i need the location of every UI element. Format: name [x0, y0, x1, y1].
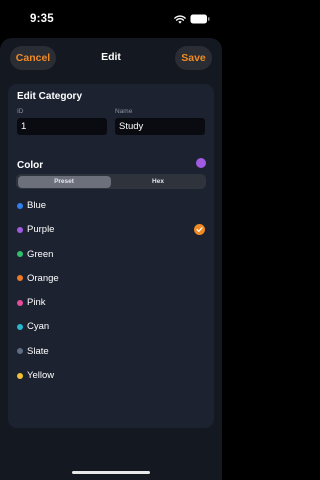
- color-option-purple[interactable]: Purple: [8, 218, 214, 242]
- color-option-label: Blue: [27, 200, 47, 211]
- color-dot: [17, 372, 23, 379]
- wifi-icon: [174, 14, 186, 24]
- color-option-label: Yellow: [27, 370, 55, 382]
- color-mode-segmented-control: Preset Hex: [16, 174, 206, 189]
- color-dot: [17, 251, 23, 258]
- battery-icon: [190, 14, 210, 24]
- status-icons: [174, 13, 210, 25]
- color-list: Blue Purple Green Orange Pink Cyan Slate…: [8, 194, 214, 388]
- color-option-label: Purple: [27, 224, 55, 236]
- color-option-slate[interactable]: Slate: [8, 340, 214, 364]
- color-option-label: Slate: [27, 345, 49, 357]
- checkmark-circle-icon: [194, 224, 205, 236]
- selected-color-swatch: [196, 158, 206, 168]
- section-title: Edit Category: [17, 91, 83, 102]
- save-button[interactable]: Save: [175, 46, 212, 70]
- id-field[interactable]: 1: [17, 118, 107, 135]
- color-option-label: Cyan: [27, 321, 50, 333]
- color-option-label: Pink: [27, 297, 46, 309]
- color-option-label: Orange: [27, 272, 59, 284]
- status-bar: 9:35: [0, 0, 222, 38]
- color-option-orange[interactable]: Orange: [8, 267, 214, 291]
- color-option-label: Green: [27, 248, 54, 260]
- color-dot: [17, 323, 23, 330]
- status-time: 9:35: [30, 13, 54, 25]
- color-card: Color Preset Hex Blue Purple Green Orang…: [8, 150, 214, 428]
- name-label: Name: [115, 108, 133, 115]
- edit-sheet: Cancel Edit Save Edit Category ID 1 Name…: [0, 38, 222, 480]
- tab-preset[interactable]: Preset: [17, 175, 111, 188]
- name-field[interactable]: Study: [115, 118, 205, 135]
- color-option-blue[interactable]: Blue: [8, 194, 214, 218]
- color-dot: [17, 226, 23, 233]
- color-dot: [17, 275, 23, 282]
- color-dot: [17, 348, 23, 355]
- tab-hex[interactable]: Hex: [112, 176, 205, 188]
- color-dot: [17, 202, 23, 209]
- color-option-cyan[interactable]: Cyan: [8, 315, 214, 339]
- navigation-bar: Cancel Edit Save: [0, 38, 222, 82]
- color-option-yellow[interactable]: Yellow: [8, 364, 214, 388]
- color-dot: [17, 299, 23, 306]
- color-section-title: Color: [17, 160, 44, 171]
- color-option-pink[interactable]: Pink: [8, 291, 214, 315]
- id-label: ID: [17, 108, 24, 115]
- home-indicator: [72, 471, 150, 474]
- color-option-green[interactable]: Green: [8, 243, 214, 267]
- dynamic-island: [79, 10, 143, 30]
